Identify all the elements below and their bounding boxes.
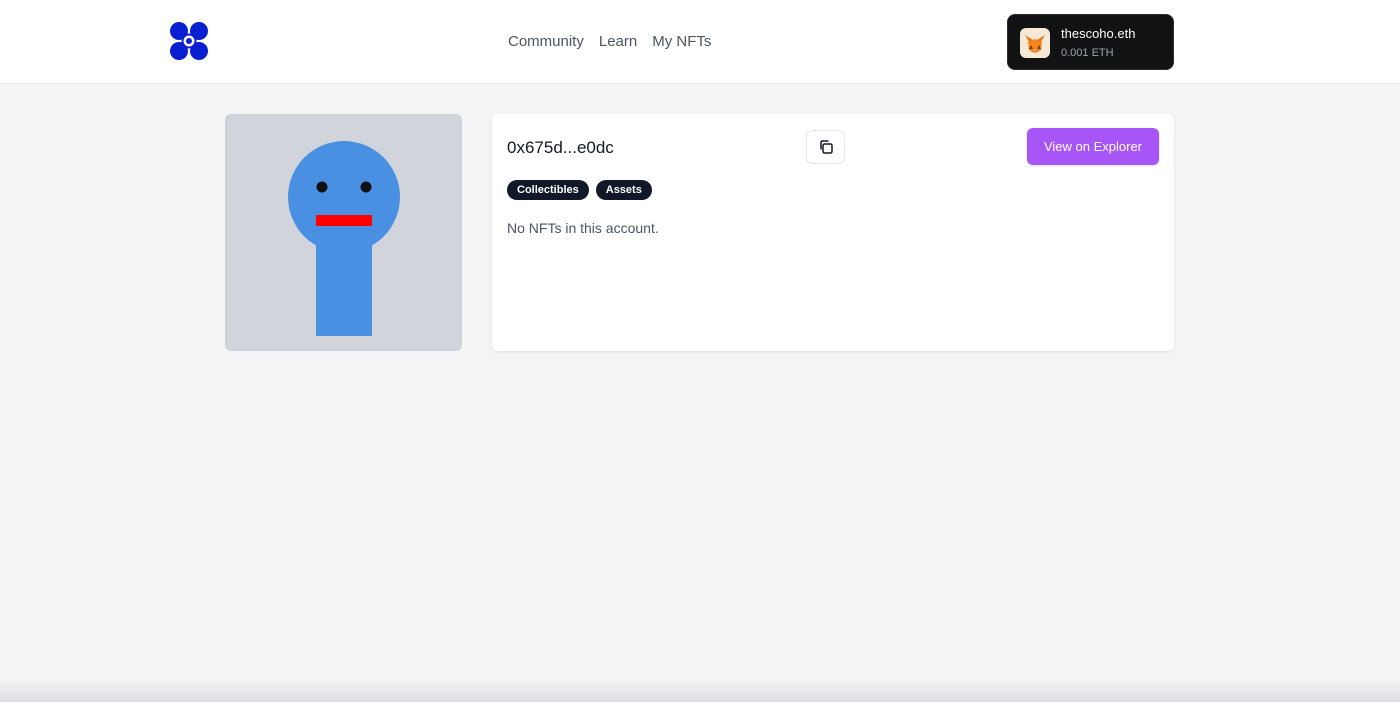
tag-list: Collectibles Assets [507, 180, 652, 200]
tag-collectibles[interactable]: Collectibles [507, 180, 589, 200]
metamask-fox-icon [1020, 28, 1050, 58]
wallet-account-button[interactable]: thescoho.eth 0.001 ETH [1007, 14, 1174, 70]
wallet-ens-name: thescoho.eth [1061, 26, 1136, 41]
empty-state-message: No NFTs in this account. [507, 220, 659, 236]
main-nav: Community Learn My NFTs [508, 32, 711, 52]
account-address: 0x675d...e0dc [507, 138, 614, 157]
tag-assets[interactable]: Assets [595, 180, 652, 200]
nav-link-learn[interactable]: Learn [599, 32, 637, 52]
view-on-explorer-button[interactable]: View on Explorer [1027, 128, 1159, 165]
bottom-shadow [0, 680, 1400, 702]
account-avatar [225, 114, 462, 351]
copy-address-button[interactable] [806, 130, 845, 164]
flower-logo-icon[interactable] [169, 21, 209, 61]
top-navigation-bar: Community Learn My NFTs thescoho.eth 0.0… [0, 0, 1400, 84]
copy-icon [819, 140, 833, 154]
nav-link-my-nfts[interactable]: My NFTs [652, 32, 711, 52]
wallet-balance: 0.001 ETH [1061, 47, 1114, 59]
account-details-panel: 0x675d...e0dc View on Explorer Collectib… [492, 114, 1174, 351]
nav-link-community[interactable]: Community [508, 32, 584, 52]
blue-figure-avatar [288, 141, 400, 336]
